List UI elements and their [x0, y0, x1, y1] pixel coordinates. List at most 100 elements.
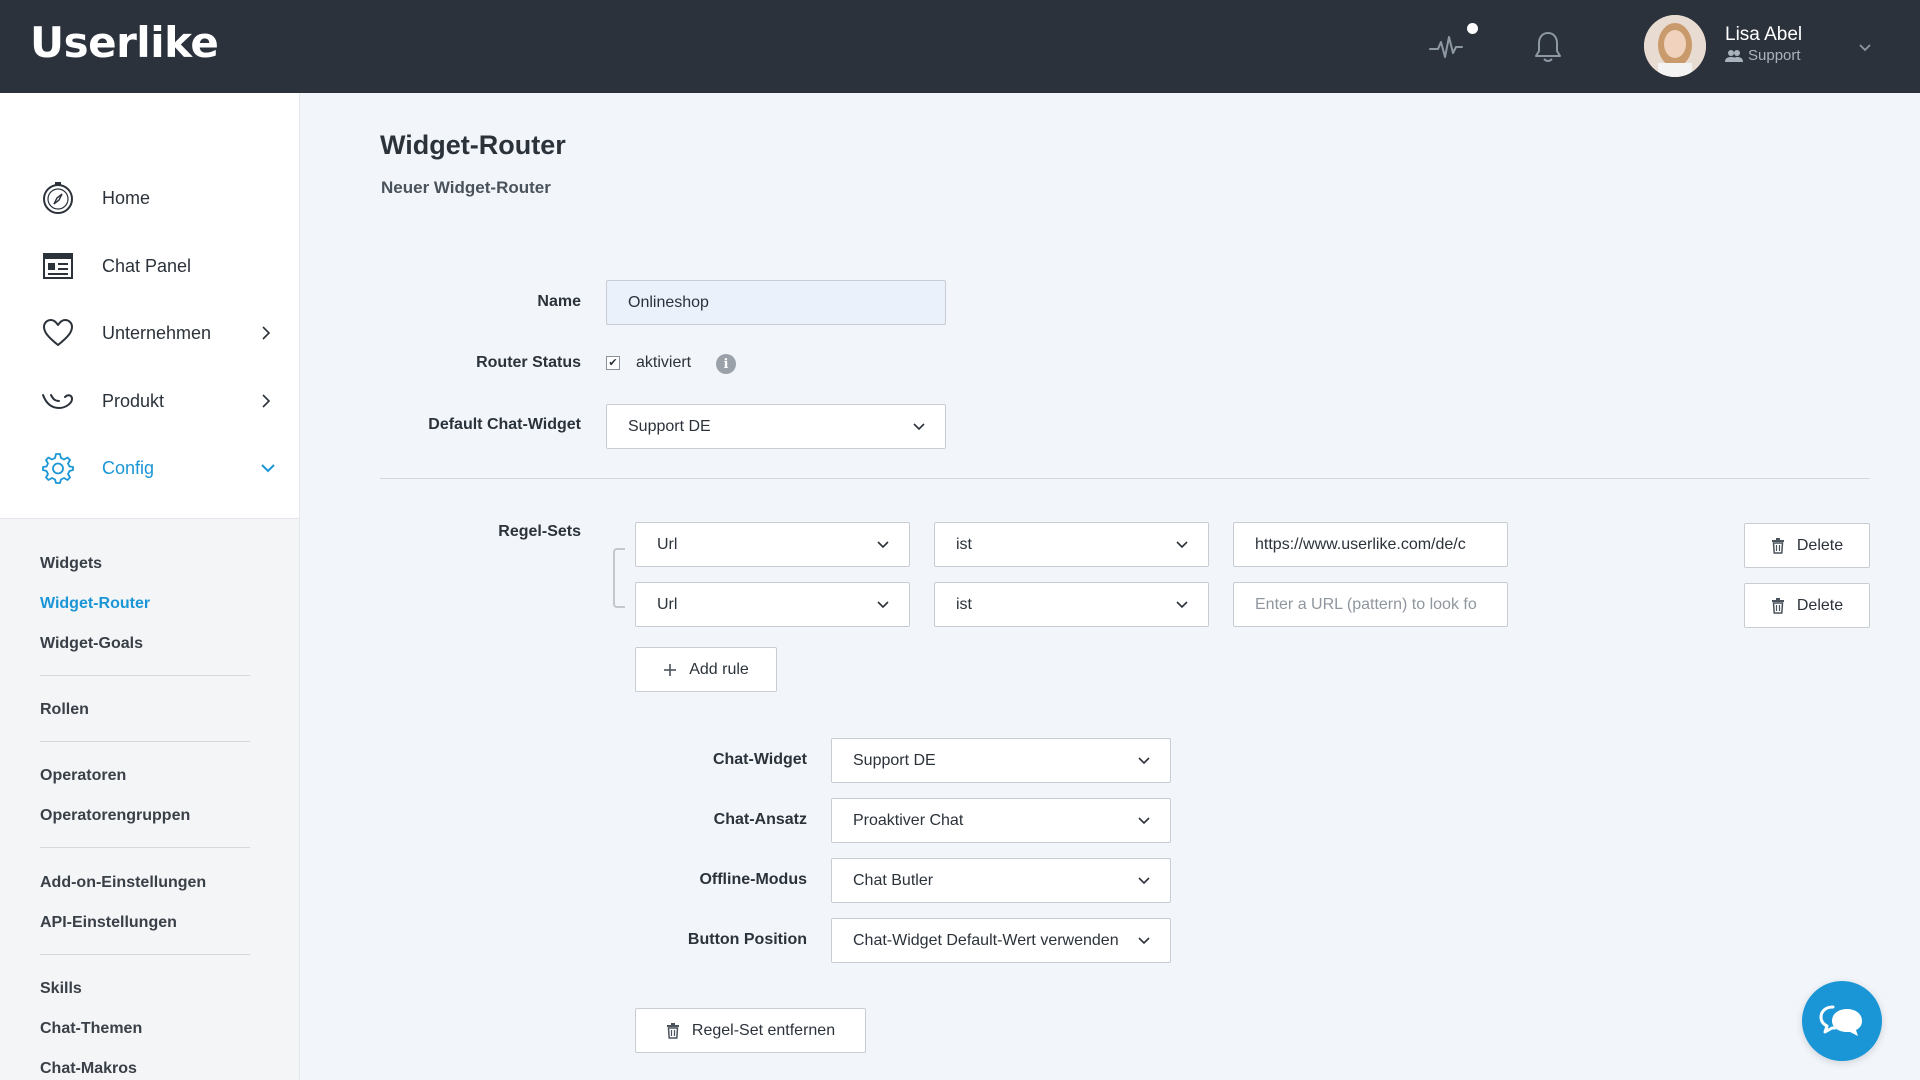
sidebar-subitem-addon-settings[interactable]: Add-on-Einstellungen	[40, 874, 206, 892]
sidebar-subitem-widget-goals[interactable]: Widget-Goals	[40, 635, 143, 653]
sidebar-subitem-chat-themen[interactable]: Chat-Themen	[40, 1020, 142, 1038]
chevron-down-icon	[877, 601, 889, 609]
chevron-down-icon	[1138, 817, 1150, 825]
rule-field-select[interactable]: Url	[635, 522, 910, 567]
sidebar-subitem-operatorengruppen[interactable]: Operatorengruppen	[40, 807, 190, 825]
chevron-down-icon	[1138, 757, 1150, 765]
chevron-right-icon	[262, 394, 271, 408]
rule-operator-select[interactable]: ist	[934, 582, 1209, 627]
user-role-text: Support	[1748, 47, 1801, 64]
logo-text: Userlike	[30, 18, 219, 67]
main-nav: Home Chat Panel Unternehmen Produkt Conf…	[0, 93, 299, 518]
rule-operator-value: ist	[956, 535, 972, 553]
sidebar-subitem-widgets[interactable]: Widgets	[40, 555, 102, 573]
delete-rule-button[interactable]: Delete	[1744, 583, 1870, 628]
add-rule-label: Add rule	[689, 660, 749, 678]
sidebar-subitem-chat-makros[interactable]: Chat-Makros	[40, 1060, 137, 1078]
chat-ansatz-value: Proaktiver Chat	[853, 811, 964, 829]
chevron-down-icon	[1138, 937, 1150, 945]
sidebar-item-label: Unternehmen	[102, 322, 212, 343]
chat-widget-label: Chat-Widget	[712, 751, 807, 768]
compass-icon	[40, 180, 76, 216]
divider	[40, 741, 250, 742]
chat-panel-icon	[40, 248, 76, 284]
product-icon	[40, 383, 76, 419]
chat-widget-select[interactable]: Support DE	[831, 738, 1171, 783]
chevron-down-icon	[1138, 877, 1150, 885]
chat-launcher-button[interactable]	[1802, 981, 1882, 1061]
rule-field-select[interactable]: Url	[635, 582, 910, 627]
remove-rule-set-button[interactable]: Regel-Set entfernen	[635, 1008, 866, 1053]
rule-operator-select[interactable]: ist	[934, 522, 1209, 567]
chat-bubbles-icon	[1819, 1005, 1862, 1036]
rule-value-input[interactable]: Enter a URL (pattern) to look fo	[1233, 582, 1508, 627]
sidebar-item-label: Home	[102, 187, 151, 208]
default-widget-select[interactable]: Support DE	[606, 404, 946, 449]
chevron-down-icon[interactable]	[1845, 27, 1885, 67]
page-title: Widget-Router	[380, 130, 566, 160]
top-bar: Userlike Lisa Abel Support	[0, 0, 1920, 93]
userlike-logo[interactable]: Userlike	[30, 18, 219, 67]
delete-label: Delete	[1796, 536, 1844, 554]
rule-value-input[interactable]: https://www.userlike.com/de/c	[1233, 522, 1508, 567]
sidebar-subitem-api-settings[interactable]: API-Einstellungen	[40, 914, 177, 932]
users-icon	[1725, 49, 1743, 62]
sidebar-item-config[interactable]: Config	[0, 443, 299, 493]
name-label: Name	[537, 293, 581, 310]
router-status-text: aktiviert	[636, 354, 692, 371]
chevron-down-icon	[877, 541, 889, 549]
name-input-value: Onlineshop	[628, 293, 709, 311]
rule-field-value: Url	[657, 595, 678, 613]
gear-icon	[40, 450, 76, 486]
chevron-down-icon	[1176, 601, 1188, 609]
trash-icon	[1771, 537, 1784, 554]
add-rule-button[interactable]: Add rule	[635, 647, 777, 692]
button-position-label: Button Position	[687, 931, 807, 948]
trash-icon	[1771, 597, 1784, 614]
activity-icon[interactable]	[1426, 27, 1466, 67]
sidebar-subitem-operatoren[interactable]: Operatoren	[40, 767, 126, 785]
remove-rule-set-label: Regel-Set entfernen	[691, 1021, 836, 1039]
divider	[40, 675, 250, 676]
activity-status-dot	[1467, 23, 1478, 34]
sidebar-item-unternehmen[interactable]: Unternehmen	[0, 308, 299, 358]
divider	[40, 954, 250, 955]
delete-label: Delete	[1796, 596, 1844, 614]
rule-operator-value: ist	[956, 595, 972, 613]
sidebar-item-home[interactable]: Home	[0, 173, 299, 223]
divider	[40, 847, 250, 848]
info-icon[interactable]: i	[716, 354, 736, 374]
sidebar-item-label: Produkt	[102, 390, 165, 411]
sidebar-subitem-widget-router[interactable]: Widget-Router	[40, 595, 150, 613]
delete-rule-button[interactable]: Delete	[1744, 523, 1870, 568]
button-position-select[interactable]: Chat-Widget Default-Wert verwenden	[831, 918, 1171, 963]
user-name: Lisa Abel	[1725, 24, 1803, 45]
default-widget-value: Support DE	[628, 417, 711, 435]
sidebar-subitem-rollen[interactable]: Rollen	[40, 701, 89, 719]
chevron-right-icon	[262, 326, 271, 340]
chevron-down-icon	[1176, 541, 1188, 549]
chat-ansatz-select[interactable]: Proaktiver Chat	[831, 798, 1171, 843]
sidebar-item-chat-panel[interactable]: Chat Panel	[0, 241, 299, 291]
rule-field-value: Url	[657, 535, 678, 553]
offline-modus-select[interactable]: Chat Butler	[831, 858, 1171, 903]
rule-value-placeholder: Enter a URL (pattern) to look fo	[1255, 595, 1477, 613]
offline-modus-label: Offline-Modus	[699, 871, 807, 888]
sidebar-item-produkt[interactable]: Produkt	[0, 376, 299, 426]
plus-icon	[664, 663, 677, 676]
chevron-down-icon	[261, 464, 275, 473]
bell-icon[interactable]	[1528, 27, 1568, 67]
heart-icon	[40, 315, 76, 351]
sidebar-item-label: Chat Panel	[102, 255, 192, 276]
router-status-checkbox[interactable]: ✔	[606, 356, 620, 370]
chat-ansatz-label: Chat-Ansatz	[713, 811, 807, 828]
sidebar-item-label: Config	[102, 457, 155, 478]
router-status-label: Router Status	[476, 354, 581, 371]
sidebar-subitem-skills[interactable]: Skills	[40, 980, 82, 998]
rule-group-bracket	[613, 548, 625, 608]
default-widget-label: Default Chat-Widget	[428, 416, 581, 433]
name-input[interactable]: Onlineshop	[606, 280, 946, 325]
avatar[interactable]	[1644, 15, 1706, 77]
chevron-down-icon	[913, 423, 925, 431]
user-role: Support	[1725, 47, 1801, 64]
